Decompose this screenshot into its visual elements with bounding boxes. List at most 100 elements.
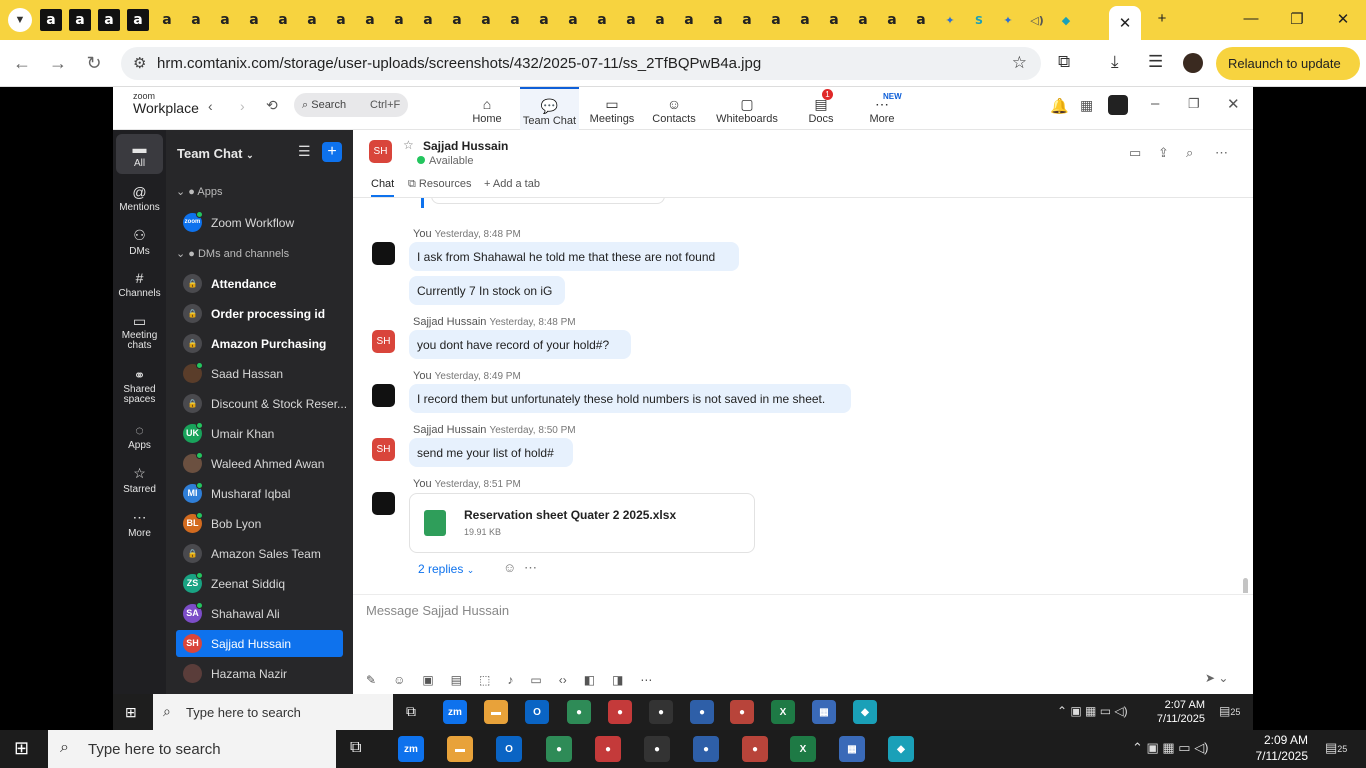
- taskbar-app-icon[interactable]: ◆: [888, 736, 914, 762]
- chat-app-icon[interactable]: ◨: [612, 673, 623, 691]
- bookmark-star-icon[interactable]: ☆: [1012, 53, 1027, 73]
- send-icon[interactable]: ➤ ⌄: [1205, 671, 1228, 685]
- tray-icons[interactable]: ⌃ ▣ ▦ ▭ ◁): [1057, 704, 1128, 718]
- file-icon[interactable]: ▤: [451, 673, 462, 691]
- site-info-icon[interactable]: ⚙: [133, 54, 146, 72]
- contact-avatar[interactable]: SH: [372, 438, 395, 461]
- tray-icons[interactable]: ⌃ ▣ ▦ ▭ ◁): [1132, 740, 1209, 756]
- scrollbar[interactable]: [1243, 578, 1248, 593]
- tab-favicon-amazon-icon[interactable]: a: [736, 9, 758, 31]
- sidebar-item[interactable]: SA Shahawal Ali: [176, 600, 343, 627]
- tab-favicon-amazon-icon[interactable]: a: [40, 9, 62, 31]
- gif-icon[interactable]: ▣: [422, 673, 433, 691]
- app-tab-icon[interactable]: ✦: [939, 9, 961, 31]
- history-icon[interactable]: ⟲: [266, 97, 278, 114]
- compose-box[interactable]: Message Sajjad Hussain ✎ ☺ ▣ ▤ ⬚ ♪ ▭ ‹› …: [353, 594, 1253, 694]
- tab-search-chevron-icon[interactable]: ▼: [8, 8, 32, 32]
- more-options-icon[interactable]: ⋯: [1215, 145, 1228, 161]
- windows-start-icon[interactable]: ⊞: [125, 704, 137, 721]
- sidebar-item[interactable]: 🔒 Attendance: [176, 270, 343, 297]
- sidebar-item[interactable]: UK Umair Khan: [176, 420, 343, 447]
- tab-favicon-amazon-icon[interactable]: a: [823, 9, 845, 31]
- sidebar-item[interactable]: SH Sajjad Hussain: [176, 630, 343, 657]
- tab-favicon-amazon-icon[interactable]: a: [69, 9, 91, 31]
- message-bubble[interactable]: you dont have record of your hold#?: [409, 330, 631, 359]
- tab-whiteboards[interactable]: ▢ Whiteboards: [716, 87, 778, 130]
- search-icon[interactable]: ⌕: [1186, 145, 1193, 161]
- sidebar-item[interactable]: MI Musharaf Iqbal: [176, 480, 343, 507]
- tab-team-chat[interactable]: 💬 Team Chat: [520, 87, 579, 130]
- app-icon[interactable]: ◧: [584, 673, 595, 691]
- tab-favicon-amazon-icon[interactable]: a: [678, 9, 700, 31]
- download-icon[interactable]: ⤓: [1111, 52, 1119, 72]
- minimize-icon[interactable]: —: [1236, 10, 1266, 27]
- taskbar-calculator-icon[interactable]: ▦: [839, 736, 865, 762]
- new-tab-button[interactable]: +: [1147, 10, 1177, 27]
- my-avatar[interactable]: [372, 384, 395, 407]
- extensions-icon[interactable]: ⧉: [1058, 52, 1070, 72]
- tab-favicon-amazon-icon[interactable]: a: [707, 9, 729, 31]
- nav-back-icon[interactable]: ‹: [208, 98, 213, 114]
- clock[interactable]: 2:07 AM 7/11/2025: [1151, 698, 1205, 727]
- rail-meeting-chats[interactable]: ▭ Meeting chats: [113, 314, 166, 352]
- message-bubble[interactable]: I ask from Shahawal he told me that thes…: [409, 242, 739, 271]
- taskbar-chrome-icon[interactable]: ●: [595, 736, 621, 762]
- sidebar-item[interactable]: 🔒 Discount & Stock Reser...: [176, 390, 347, 417]
- taskbar-outlook-icon[interactable]: O: [525, 700, 549, 724]
- clock[interactable]: 2:09 AM 7/11/2025: [1250, 733, 1309, 764]
- taskbar-chrome-icon[interactable]: ●: [742, 736, 768, 762]
- tab-favicon-amazon-icon[interactable]: a: [475, 9, 497, 31]
- taskbar-chrome-icon[interactable]: ●: [690, 700, 714, 724]
- tab-favicon-amazon-icon[interactable]: a: [910, 9, 932, 31]
- taskbar-chrome-icon[interactable]: ●: [693, 736, 719, 762]
- tab-favicon-amazon-icon[interactable]: a: [272, 9, 294, 31]
- screenshot-icon[interactable]: ⬚: [479, 673, 490, 691]
- close-icon[interactable]: ✕: [1328, 10, 1358, 28]
- tab-favicon-amazon-icon[interactable]: a: [359, 9, 381, 31]
- tab-favicon-amazon-icon[interactable]: a: [185, 9, 207, 31]
- taskbar-file-explorer-icon[interactable]: ▬: [447, 736, 473, 762]
- rail-mentions[interactable]: @ Mentions: [113, 184, 166, 213]
- task-view-icon[interactable]: ⧉: [406, 703, 416, 720]
- tab-meetings[interactable]: ▭ Meetings: [587, 87, 637, 130]
- taskbar-chrome-icon[interactable]: ●: [546, 736, 572, 762]
- tab-favicon-amazon-icon[interactable]: a: [127, 9, 149, 31]
- rail-apps[interactable]: ◌ Apps: [113, 422, 166, 451]
- address-bar[interactable]: ⚙ hrm.comtanix.com/storage/user-uploads/…: [121, 47, 1041, 80]
- sidebar-item[interactable]: BL Bob Lyon: [176, 510, 343, 537]
- taskbar-chrome-icon[interactable]: ●: [649, 700, 673, 724]
- replies-link[interactable]: 2 replies ⌄: [418, 562, 474, 576]
- sidebar-item[interactable]: Waleed Ahmed Awan: [176, 450, 343, 477]
- filter-icon[interactable]: ☰: [298, 143, 311, 160]
- audio-icon[interactable]: ♪: [507, 673, 513, 691]
- code-icon[interactable]: ‹›: [559, 673, 567, 691]
- format-icon[interactable]: ✎: [366, 673, 376, 691]
- my-avatar[interactable]: [372, 492, 395, 515]
- contact-avatar[interactable]: SH: [372, 330, 395, 353]
- windows-start-icon[interactable]: ⊞: [14, 738, 29, 759]
- reload-icon[interactable]: ↻: [82, 53, 106, 74]
- taskbar-excel-icon[interactable]: X: [790, 736, 816, 762]
- message-bubble[interactable]: send me your list of hold#: [409, 438, 573, 467]
- share-screen-icon[interactable]: ⇪: [1158, 145, 1169, 161]
- taskbar-search[interactable]: ⌕ Type here to search: [153, 694, 393, 730]
- sidebar-item[interactable]: ZS Zeenat Siddiq: [176, 570, 343, 597]
- app-tab-icon[interactable]: ◆: [1055, 9, 1077, 31]
- taskbar-app-icon[interactable]: ◆: [853, 700, 877, 724]
- tab-favicon-amazon-icon[interactable]: a: [156, 9, 178, 31]
- sidebar-item[interactable]: 🔒 Amazon Sales Team: [176, 540, 343, 567]
- rail-shared-spaces[interactable]: ⚭ Shared spaces: [113, 368, 166, 406]
- taskbar-outlook-icon[interactable]: O: [496, 736, 522, 762]
- tab-favicon-amazon-icon[interactable]: a: [881, 9, 903, 31]
- forward-icon[interactable]: →: [46, 53, 70, 74]
- sidebar-item[interactable]: zoom Zoom Workflow: [176, 209, 343, 236]
- profile-avatar[interactable]: [1183, 53, 1203, 73]
- tab-favicon-amazon-icon[interactable]: a: [330, 9, 352, 31]
- video-call-icon[interactable]: ▭: [1129, 145, 1141, 161]
- bell-icon[interactable]: 🔔: [1050, 97, 1069, 115]
- sidebar-item[interactable]: 🔒 Amazon Purchasing: [176, 330, 343, 357]
- new-chat-button[interactable]: +: [322, 142, 342, 162]
- zoom-maximize-icon[interactable]: ❐: [1188, 96, 1200, 112]
- video-message-icon[interactable]: ▭: [530, 673, 541, 691]
- tab-favicon-amazon-icon[interactable]: a: [98, 9, 120, 31]
